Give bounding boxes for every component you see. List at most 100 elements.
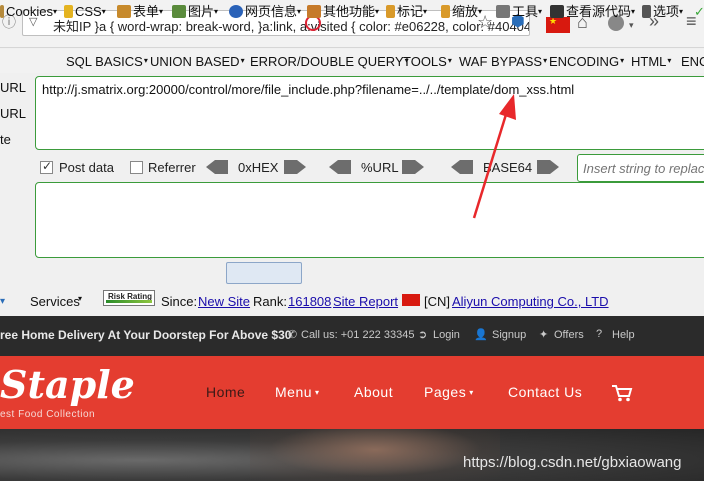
since-label: Since: (161, 294, 198, 309)
hex-encode-arrow-icon[interactable] (284, 159, 306, 175)
marker-icon (386, 5, 395, 18)
chevron-down-icon: ▾ (315, 388, 320, 397)
wrench-icon (496, 5, 510, 18)
split-url-label[interactable]: URL (0, 106, 26, 121)
toolbar-images[interactable]: 图片▾ (172, 3, 218, 21)
toolbar-outline[interactable]: 标记▾ (386, 3, 427, 21)
promo-text: ree Home Delivery At Your Doorstep For A… (0, 328, 292, 342)
url-decode-arrow-icon[interactable] (329, 159, 351, 175)
menu-waf-bypass[interactable]: WAF BYPASS▾ (459, 54, 547, 69)
nav-about[interactable]: About (354, 384, 393, 400)
phone-icon: ✆ (288, 329, 298, 341)
country-code: [CN] (424, 294, 450, 309)
services-menu[interactable]: Services (30, 294, 80, 309)
nav-label: Contact Us (508, 384, 583, 400)
toolbar-label: 图片 (188, 4, 215, 19)
nav-label: Menu (275, 384, 313, 400)
base64-encode-arrow-icon[interactable] (537, 159, 559, 175)
webdev-toolbar (0, 262, 704, 286)
toolbar-selected-highlight (226, 262, 302, 284)
menu-label: WAF BYPASS (459, 54, 543, 69)
owner-link[interactable]: Aliyun Computing Co., LTD (452, 294, 609, 309)
toolbar-resize[interactable]: 缩放▾ (441, 3, 482, 21)
load-url-label[interactable]: URL (0, 80, 26, 95)
resize-icon (441, 5, 450, 18)
toolbar-label: 表单 (133, 4, 160, 19)
flag-cn-icon (402, 294, 420, 306)
toolbar-label: 其他功能 (323, 4, 376, 19)
toolbar-cookies[interactable]: Cookies▾ (0, 3, 57, 21)
menu-label: ENCODING (549, 54, 620, 69)
nav-label: Home (206, 384, 246, 400)
toolbar-label: 缩放 (452, 4, 479, 19)
services-arrow-icon[interactable]: ▾ (0, 296, 5, 307)
image-icon (172, 5, 186, 18)
menu-error-double-query[interactable]: ERROR/DOUBLE QUERY▾ (250, 54, 409, 69)
cart-icon[interactable] (611, 384, 633, 402)
toolbar-view-source[interactable]: 查看源代码▾ (550, 3, 635, 21)
menu-sql-basics[interactable]: SQL BASICS▾ (66, 54, 148, 69)
site-report-link[interactable]: Site Report (333, 294, 398, 309)
insert-string-input[interactable] (578, 155, 704, 181)
url-textarea[interactable]: http://j.smatrix.org:20000/control/more/… (35, 76, 704, 150)
help-link[interactable]: Help (612, 329, 635, 341)
nav-label: Pages (424, 384, 467, 400)
red-annotation-arrow (472, 94, 516, 219)
toolbar-forms[interactable]: 表单▾ (117, 3, 163, 21)
toolbar-options[interactable]: 选项▾ (642, 3, 683, 21)
cookie-icon (0, 5, 4, 18)
site-logo[interactable]: Staple (0, 362, 135, 407)
toolbar-label: 查看源代码 (566, 4, 632, 19)
rank-label: Rank: (253, 294, 287, 309)
login-link[interactable]: Login (433, 329, 460, 341)
rank-link[interactable]: 161808 (288, 294, 331, 309)
nav-pages[interactable]: Pages ▾ (424, 384, 474, 400)
risk-rating-bar (106, 300, 152, 303)
offers-icon: ✦ (539, 329, 549, 341)
nav-contact[interactable]: Contact Us (508, 384, 582, 400)
menu-label: UNION BASED (150, 54, 240, 69)
menu-encoding[interactable]: ENCODING▾ (549, 54, 624, 69)
menu-tools[interactable]: TOOLS▾ (403, 54, 452, 69)
toolbar-label: Cookies (6, 4, 53, 19)
offers-link[interactable]: Offers (554, 329, 584, 341)
url-label: %URL (361, 160, 399, 175)
check-icon[interactable]: ✓ (694, 3, 704, 21)
toolbar-misc[interactable]: 其他功能▾ (307, 3, 379, 21)
toolbar-css[interactable]: CSS▾ (64, 3, 106, 21)
insert-string-input-box[interactable] (577, 154, 704, 182)
post-data-label: Post data (59, 160, 114, 175)
menu-label: ERROR/DOUBLE QUERY (250, 54, 404, 69)
toolbar-page-info[interactable]: 网页信息▾ (229, 3, 301, 21)
url-encode-arrow-icon[interactable] (402, 159, 424, 175)
toolbar-label: 标记 (397, 4, 424, 19)
post-data-checkbox[interactable] (40, 159, 53, 174)
nav-menu[interactable]: Menu ▾ (275, 384, 320, 400)
site-tagline: est Food Collection (0, 409, 96, 420)
menu-label: HTML (631, 54, 667, 69)
referrer-checkbox[interactable] (130, 161, 143, 174)
referrer-label: Referrer (148, 160, 196, 175)
services-dropdown-icon[interactable]: ▾ (78, 294, 82, 303)
menu-html[interactable]: HTML▾ (631, 54, 671, 69)
chevron-down-icon: ▾ (469, 388, 474, 397)
info-circle-icon (229, 5, 243, 18)
since-link[interactable]: New Site (198, 294, 250, 309)
nav-label: About (354, 384, 394, 400)
menu-union-based[interactable]: UNION BASED▾ (150, 54, 245, 69)
toolbar-label: CSS (75, 4, 102, 19)
signup-link[interactable]: Signup (492, 329, 526, 341)
misc-icon (307, 5, 321, 18)
watermark-text: https://blog.csdn.net/gbxiaowang (463, 454, 682, 471)
execute-label[interactable]: te (0, 132, 11, 147)
nav-home[interactable]: Home (206, 384, 245, 400)
post-data-textarea[interactable] (35, 182, 704, 258)
toolbar-label: 选项 (653, 4, 680, 19)
help-icon: ? (596, 328, 603, 340)
menu-enc[interactable]: ENC (681, 54, 704, 69)
source-icon (550, 5, 564, 18)
toolbar-tools[interactable]: 工具▾ (496, 3, 542, 21)
hex-decode-arrow-icon[interactable] (206, 159, 228, 175)
risk-rating-badge[interactable]: Risk Rating (103, 290, 155, 306)
hex-label: 0xHEX (238, 160, 279, 175)
